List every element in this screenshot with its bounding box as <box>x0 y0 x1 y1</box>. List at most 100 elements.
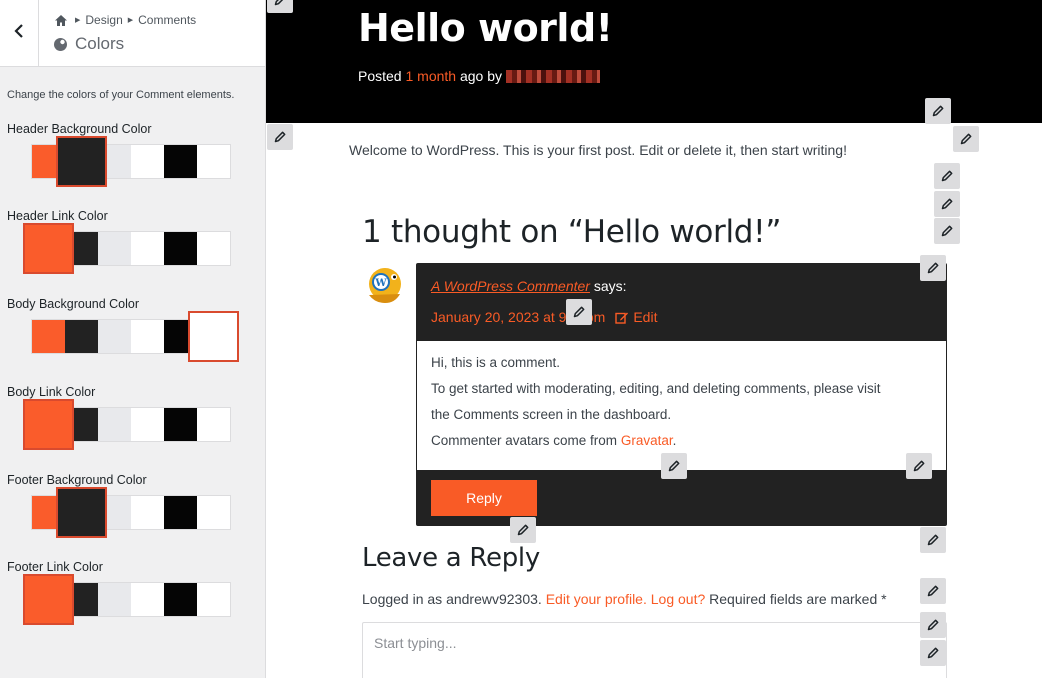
home-icon[interactable] <box>54 14 68 27</box>
edit-shortcut-button[interactable] <box>267 124 293 150</box>
pencil-icon <box>274 0 286 6</box>
comment-edit-link[interactable]: Edit <box>615 309 657 325</box>
pencil-icon <box>941 170 953 182</box>
color-swatch[interactable] <box>197 232 230 265</box>
color-swatch[interactable] <box>164 408 197 441</box>
pencil-icon <box>517 524 529 536</box>
panel-description: Change the colors of your Comment elemen… <box>7 89 235 101</box>
gravatar-link[interactable]: Gravatar <box>621 433 673 448</box>
panel-title-text: Colors <box>75 34 125 53</box>
color-swatch[interactable] <box>164 583 197 616</box>
pencil-icon <box>573 306 585 318</box>
color-swatch-group <box>23 223 231 274</box>
edit-shortcut-button[interactable] <box>920 640 946 666</box>
color-swatch[interactable] <box>164 145 197 178</box>
breadcrumb-item-comments[interactable]: Comments <box>138 13 196 27</box>
color-swatch[interactable] <box>98 320 131 353</box>
color-swatch[interactable] <box>131 583 164 616</box>
edit-shortcut-button[interactable] <box>934 218 960 244</box>
color-swatch-group <box>31 487 231 538</box>
color-swatch[interactable] <box>32 320 65 353</box>
post-title: Hello world! <box>358 6 613 50</box>
color-swatch[interactable] <box>98 583 131 616</box>
comment-textarea[interactable] <box>362 622 947 678</box>
selected-swatch-highlight <box>56 487 107 538</box>
comment-header: A WordPress Commenter says: January 20, … <box>417 264 946 341</box>
color-swatch-selected[interactable] <box>23 399 74 450</box>
color-swatch[interactable] <box>197 496 230 529</box>
color-swatch[interactable] <box>197 145 230 178</box>
color-control: Body Background Color <box>0 297 265 377</box>
color-swatch[interactable] <box>131 232 164 265</box>
pencil-icon <box>960 133 972 145</box>
color-swatch-group <box>31 136 231 187</box>
color-swatch[interactable] <box>164 496 197 529</box>
comment-line: the Comments screen in the dashboard. <box>431 407 672 422</box>
edit-shortcut-button[interactable] <box>920 578 946 604</box>
edit-shortcut-button[interactable] <box>906 453 932 479</box>
color-swatch[interactable] <box>131 145 164 178</box>
pencil-icon <box>932 105 944 117</box>
logout-link[interactable]: Log out? <box>651 591 706 607</box>
edit-shortcut-button[interactable] <box>267 0 293 13</box>
color-swatch[interactable] <box>131 408 164 441</box>
selected-swatch-highlight <box>188 311 239 362</box>
comment-author-link[interactable]: A WordPress Commenter <box>431 278 590 294</box>
comment-content: Hi, this is a comment. To get started wi… <box>431 350 881 454</box>
color-swatch[interactable] <box>131 496 164 529</box>
edit-shortcut-button[interactable] <box>934 191 960 217</box>
color-control: Header Link Color <box>0 209 265 289</box>
required-note: Required fields are marked * <box>709 591 887 607</box>
pencil-icon <box>274 131 286 143</box>
back-button[interactable] <box>0 0 39 66</box>
color-swatch[interactable] <box>98 232 131 265</box>
edit-shortcut-button[interactable] <box>566 299 592 325</box>
panel-header: ▶ Design ▶ Comments Colors <box>0 0 265 67</box>
edit-shortcut-button[interactable] <box>920 255 946 281</box>
pencil-icon <box>941 225 953 237</box>
comment-meta: January 20, 2023 at 9:__pm Edit <box>431 309 657 325</box>
pencil-icon <box>941 198 953 210</box>
color-control: Footer Background Color <box>0 473 265 553</box>
color-swatch[interactable] <box>164 232 197 265</box>
reply-button[interactable]: Reply <box>431 480 537 516</box>
breadcrumb: ▶ Design ▶ Comments <box>54 13 196 27</box>
avatar: W <box>365 265 403 305</box>
color-swatch[interactable] <box>65 320 98 353</box>
comment-edit-label: Edit <box>633 309 658 325</box>
color-swatch[interactable] <box>197 408 230 441</box>
color-swatch-group <box>23 574 231 625</box>
avatars-suffix: . <box>672 433 677 448</box>
color-swatch-selected[interactable] <box>56 487 107 538</box>
palette-icon <box>53 37 68 52</box>
post-meta: Posted 1 month ago by <box>358 68 601 84</box>
edit-shortcut-button[interactable] <box>661 453 687 479</box>
color-swatch-selected[interactable] <box>188 311 239 362</box>
edit-profile-link[interactable]: Edit your profile. <box>546 591 647 607</box>
color-swatch-selected[interactable] <box>23 574 74 625</box>
edit-shortcut-button[interactable] <box>925 98 951 124</box>
edit-shortcut-button[interactable] <box>510 517 536 543</box>
edit-shortcut-button[interactable] <box>953 126 979 152</box>
color-control-label: Footer Background Color <box>7 473 147 487</box>
edit-shortcut-button[interactable] <box>934 163 960 189</box>
selected-swatch-highlight <box>23 399 74 450</box>
pencil-icon <box>913 460 925 472</box>
post-date-link[interactable]: 1 month <box>405 68 456 84</box>
color-swatch[interactable] <box>197 583 230 616</box>
avatars-prefix: Commenter avatars come from <box>431 433 618 448</box>
color-swatch[interactable] <box>131 320 164 353</box>
chevron-left-icon <box>14 23 24 43</box>
pencil-icon <box>927 534 939 546</box>
svg-text:W: W <box>374 278 387 289</box>
site-preview: Hello world! Posted 1 month ago by Welco… <box>266 0 1042 678</box>
color-swatch-selected[interactable] <box>56 136 107 187</box>
edit-shortcut-button[interactable] <box>920 527 946 553</box>
edit-shortcut-button[interactable] <box>920 612 946 638</box>
comment-line: Hi, this is a comment. <box>431 355 561 370</box>
color-control-label: Header Background Color <box>7 122 152 136</box>
comment-line: Commenter avatars come from Gravatar. <box>431 428 881 454</box>
color-swatch-selected[interactable] <box>23 223 74 274</box>
breadcrumb-item-design[interactable]: Design <box>85 13 122 27</box>
color-swatch[interactable] <box>98 408 131 441</box>
